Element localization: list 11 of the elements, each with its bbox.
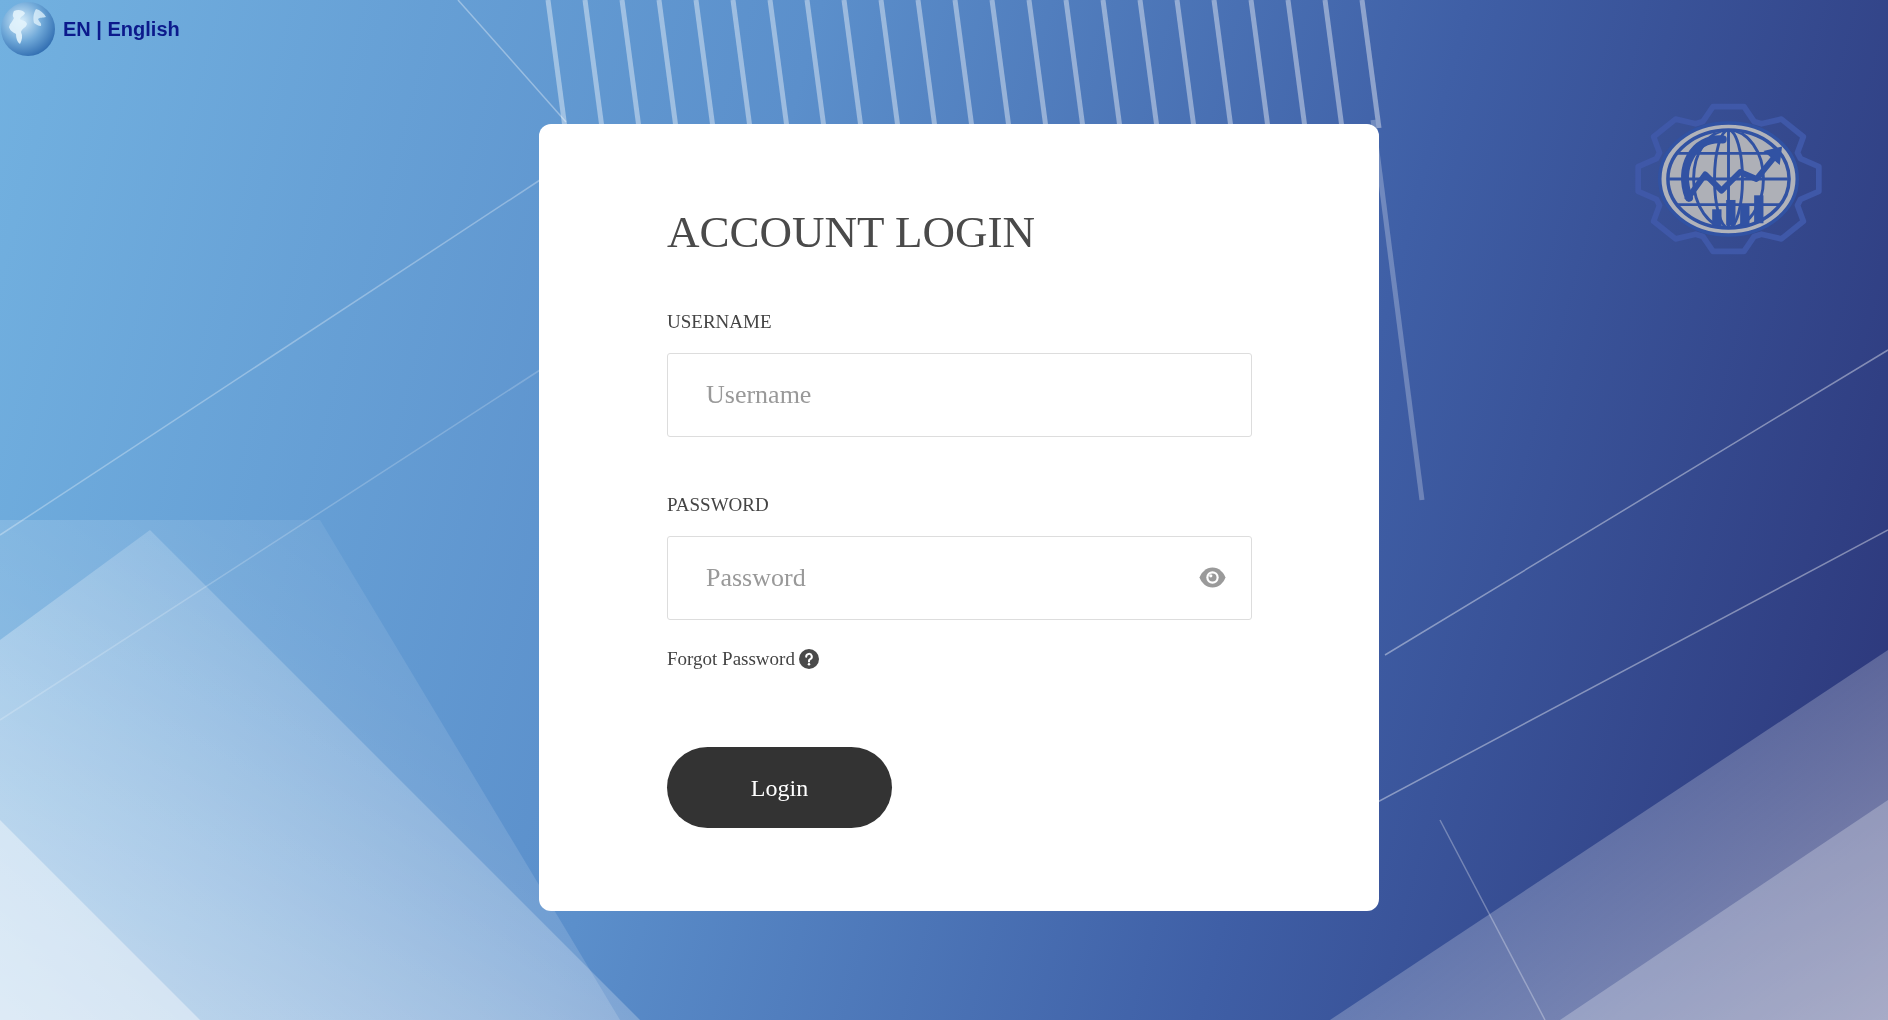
field-label: USERNAME [667,312,773,332]
field-label: PASSWORD [667,495,770,515]
forgot-password-link[interactable]: Forgot Password [667,647,795,671]
help-icon[interactable] [798,649,819,669]
eye-icon[interactable] [1199,567,1226,588]
globe-icon [0,0,56,57]
language-link[interactable]: EN | English [63,16,180,41]
password-field[interactable]: Password [667,536,1252,620]
login-button[interactable]: Login [667,747,892,828]
text-field[interactable]: Username [667,353,1252,437]
login-title: ACCOUNT LOGIN [667,210,1036,254]
